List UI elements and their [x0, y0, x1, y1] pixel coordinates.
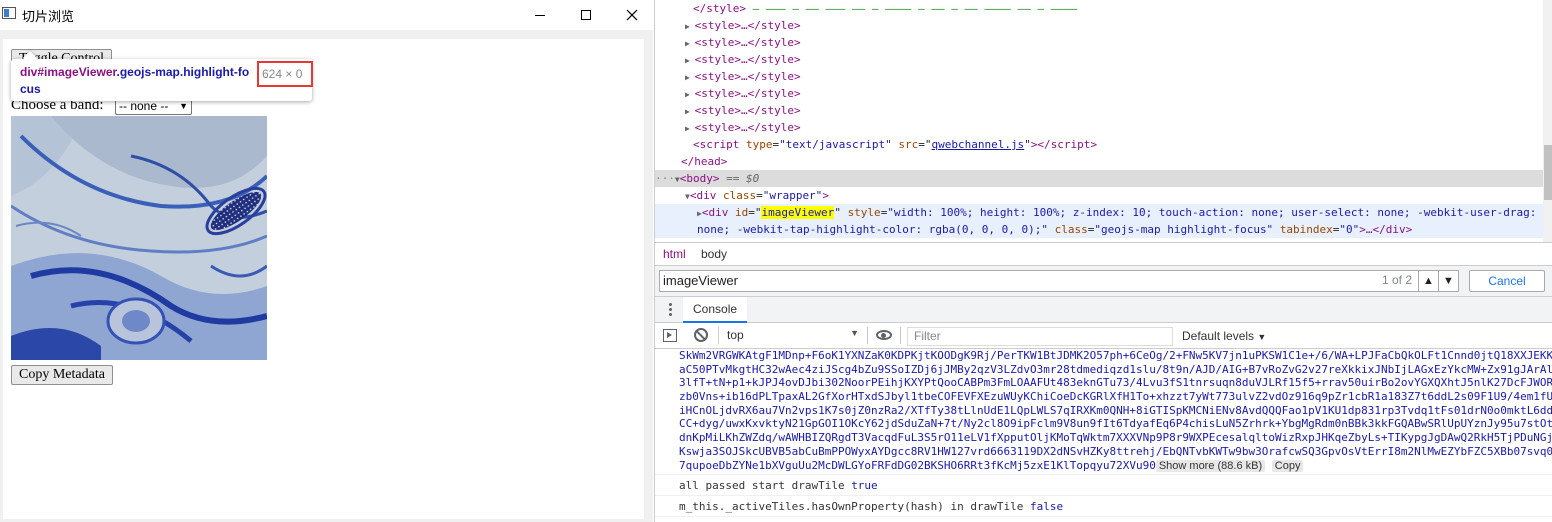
dom-node-script[interactable]: <script type="text/javascript" src="qweb…: [655, 136, 1543, 153]
sidebar-toggle-icon[interactable]: [663, 329, 677, 342]
dom-node-style[interactable]: ▶ <style>…</style>: [655, 85, 1543, 102]
eye-icon[interactable]: [876, 330, 892, 340]
search-prev-button[interactable]: ▲: [1419, 270, 1439, 292]
base64-line: iHCnOLjdvRX6au7Vn2vps1K7s0jZ0nzRa2/XTfTy…: [679, 403, 1552, 417]
maximize-button[interactable]: [563, 0, 609, 30]
dom-ellipsis-icon: ···: [655, 172, 675, 185]
script-src-link[interactable]: qwebchannel.js: [931, 138, 1024, 151]
toolbar-divider: [867, 327, 868, 344]
toolbar-divider: [900, 327, 901, 344]
copy-button[interactable]: Copy: [1271, 459, 1304, 472]
breadcrumb-html[interactable]: html: [663, 247, 686, 261]
console-filter-input[interactable]: Filter: [907, 327, 1173, 346]
search-next-button[interactable]: ▼: [1439, 270, 1459, 292]
search-match-count: 1 of 2: [1382, 273, 1413, 287]
minimize-button[interactable]: [517, 0, 563, 30]
dom-node-head-close[interactable]: </head>: [655, 153, 1543, 170]
dom-node-wrapper[interactable]: ▼<div class="wrapper">: [655, 187, 1543, 204]
tab-console[interactable]: Console: [683, 297, 748, 323]
dom-scrollbar[interactable]: [1543, 0, 1552, 242]
context-select-value: top: [727, 328, 744, 342]
breadcrumb-body[interactable]: body: [701, 247, 727, 261]
minimize-icon: [535, 14, 545, 16]
devtools-panel: </style> ‒ ‒‒‒ ‒ ‒‒ ‒‒‒ ‒‒ ‒ ‒‒‒‒ ‒ ‒‒ ‒…: [654, 0, 1552, 522]
web-content: Toggle Control Choose a band: -- none --…: [3, 39, 644, 519]
console-message: all passed start drawTile true: [655, 474, 1552, 496]
app-window: 切片浏览 Toggle Control Choose a band: -- no…: [0, 0, 653, 522]
expand-triangle-icon[interactable]: ▶: [685, 73, 695, 82]
histology-slide-image: [11, 116, 267, 360]
base64-line: 3lfT+tN+p1+kJPJ4ovDJbi302NoorPEihjKXYPtQ…: [679, 376, 1552, 390]
dom-text-cut: ‒ ‒‒‒ ‒ ‒‒ ‒‒‒ ‒‒ ‒ ‒‒‒‒ ‒ ‒‒ ‒ ‒‒ ‒‒‒‒ …: [745, 2, 1078, 15]
tooltip-size: 624 × 0: [257, 61, 313, 87]
toolbar-divider: [718, 327, 719, 344]
console-output[interactable]: SkWm2VRGWKAtgF1MDnp+F6oK1YXNZaK0KDPKjtKO…: [655, 349, 1552, 522]
context-select[interactable]: top ▼: [727, 328, 859, 345]
base64-line: Kswja3SOJSkcUBVB5abCuBmPPOWyxAYDgcc8RV1H…: [679, 444, 1552, 458]
chevron-down-icon: ▼: [1443, 275, 1454, 287]
app-window-icon: [2, 7, 16, 19]
chevron-up-icon: ▲: [1423, 275, 1434, 287]
breadcrumb: html body: [655, 242, 1552, 266]
dom-node-style[interactable]: ▶ <style>…</style>: [655, 102, 1543, 119]
dom-scroll-thumb[interactable]: [1544, 145, 1552, 200]
base64-line: zb0Vns+ib16dPLTpaxAL2GfXorHTxdSJbyl1tbeC…: [679, 390, 1552, 404]
dom-node-style[interactable]: ▶ <style>…</style>: [655, 51, 1543, 68]
console-toolbar: top ▼ Filter Default levels ▼: [655, 323, 1552, 349]
tooltip-tag: div: [20, 65, 38, 79]
base64-line-last: 7qupoeDbZYNe1bXVguUu2McDWLGYoFRFdDG02BKS…: [679, 459, 1552, 473]
dom-node-image-viewer-cont[interactable]: none; -webkit-tap-highlight-color: rgba(…: [655, 221, 1543, 238]
expand-triangle-icon[interactable]: ▶: [685, 39, 695, 48]
dom-node-image-viewer[interactable]: ▶<div id="imageViewer" style="width: 100…: [655, 204, 1543, 221]
base64-line: CC+dyg/uwxKxvktyN21GpGOI1OKcY62jdSduZaN+…: [679, 417, 1552, 431]
clear-console-icon[interactable]: [694, 328, 708, 342]
base64-line: aC50PTvMkgtHC32wAec4ziJScg4bZu9SSoIZDj6j…: [679, 362, 1552, 376]
close-button[interactable]: [609, 0, 655, 30]
base64-line: dnKpMiLKhZWZdq/wAWHBIZQRgdT3VacqdFuL3S5r…: [679, 431, 1552, 445]
kebab-menu-icon[interactable]: [669, 303, 673, 317]
inspect-tooltip: div#imageViewer.geojs-map.highlight-focu…: [11, 59, 313, 101]
close-icon: [626, 9, 638, 21]
dom-node-style-close[interactable]: </style> ‒ ‒‒‒ ‒ ‒‒ ‒‒‒ ‒‒ ‒ ‒‒‒‒ ‒ ‒‒ ‒…: [655, 0, 1543, 17]
expand-triangle-icon[interactable]: ▶: [685, 90, 695, 99]
log-levels-select[interactable]: Default levels ▼: [1182, 329, 1266, 343]
dom-tag: </style>: [693, 2, 746, 15]
console-message: all_start_tile_start: [655, 516, 1552, 522]
expand-triangle-icon[interactable]: ▶: [685, 22, 695, 31]
chevron-down-icon: ▼: [850, 328, 859, 338]
dom-node-style[interactable]: ▶ <style>…</style>: [655, 34, 1543, 51]
title-bar[interactable]: 切片浏览: [0, 0, 653, 30]
console-message: m_this._activeTiles.hasOwnProperty(hash)…: [655, 495, 1552, 517]
dom-node-style[interactable]: ▶ <style>…</style>: [655, 68, 1543, 85]
expand-triangle-icon[interactable]: ▶: [685, 124, 695, 133]
maximize-icon: [581, 10, 591, 20]
drawer-tab-bar: Console: [655, 296, 1552, 323]
show-more-button[interactable]: Show more (88.6 kB): [1155, 459, 1266, 472]
search-cancel-button[interactable]: Cancel: [1469, 270, 1545, 292]
search-match-highlight: imageViewer: [761, 206, 835, 219]
console-base64-message[interactable]: SkWm2VRGWKAtgF1MDnp+F6oK1YXNZaK0KDPKjtKO…: [679, 349, 1552, 472]
window-title: 切片浏览: [22, 10, 75, 25]
dom-node-style[interactable]: ▶ <style>…</style>: [655, 119, 1543, 136]
base64-line: SkWm2VRGWKAtgF1MDnp+F6oK1YXNZaK0KDPKjtKO…: [679, 349, 1552, 362]
band-select-value: -- none --: [119, 99, 169, 113]
dom-node-style[interactable]: ▶ <style>…</style>: [655, 17, 1543, 34]
dom-node-body[interactable]: ···▼<body> == $0: [655, 170, 1543, 187]
copy-metadata-button[interactable]: Copy Metadata: [11, 365, 113, 385]
dom-search-input[interactable]: imageViewer: [659, 270, 1419, 292]
chevron-down-icon: ▼: [1257, 332, 1267, 342]
slide-image-viewer[interactable]: [11, 116, 267, 360]
expand-triangle-icon[interactable]: ▶: [685, 107, 695, 116]
tooltip-selector: div#imageViewer.geojs-map.highlight-focu…: [20, 64, 255, 98]
dom-search-bar: imageViewer 1 of 2 ▲ ▼ Cancel: [655, 266, 1552, 296]
dom-tree[interactable]: </style> ‒ ‒‒‒ ‒ ‒‒ ‒‒‒ ‒‒ ‒ ‒‒‒‒ ‒ ‒‒ ‒…: [655, 0, 1543, 242]
expand-triangle-icon[interactable]: ▶: [685, 56, 695, 65]
tooltip-id: #imageViewer: [37, 65, 117, 79]
